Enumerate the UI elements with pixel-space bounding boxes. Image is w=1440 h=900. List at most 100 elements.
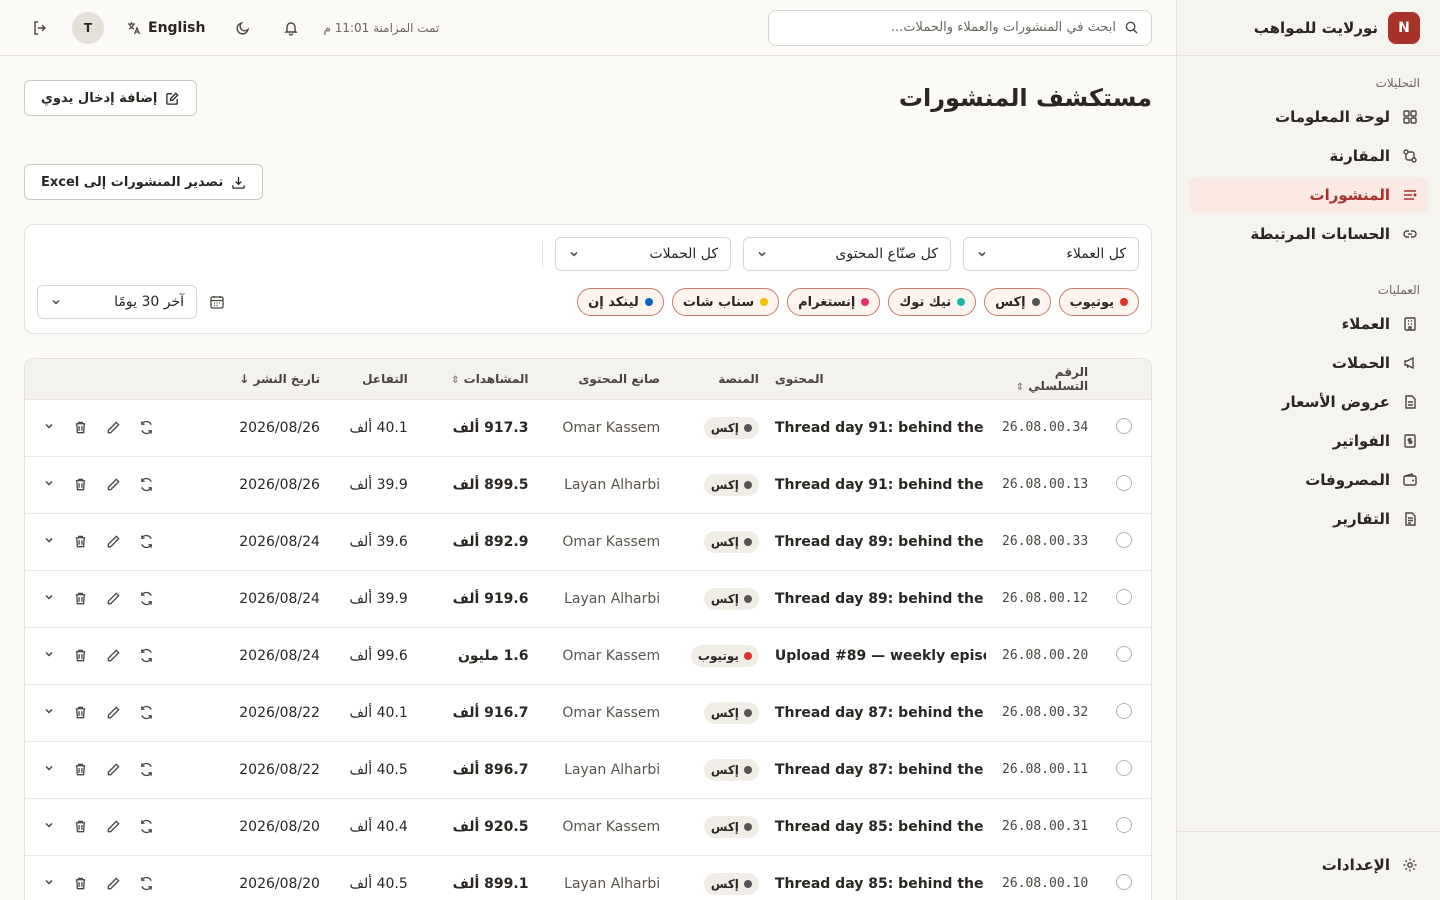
table-row[interactable]: 26.08.00.34 Thread day 91: behind the sc… (25, 398, 1151, 456)
language-button[interactable]: English (120, 20, 211, 36)
sidebar-item-linked-accounts[interactable]: الحسابات المرتبطة (1189, 216, 1428, 252)
expand-row-button[interactable] (43, 477, 55, 492)
delete-button[interactable] (73, 420, 88, 435)
refresh-button[interactable] (139, 648, 154, 663)
delete-button[interactable] (73, 591, 88, 606)
trash-icon (73, 534, 88, 549)
table-row[interactable]: 26.08.00.20 Upload #89 — weekly episode … (25, 626, 1151, 684)
search-input[interactable] (781, 20, 1116, 35)
sidebar-item-campaigns[interactable]: الحملات (1189, 345, 1428, 381)
table-row[interactable]: 26.08.00.31 Thread day 85: behind the sc… (25, 797, 1151, 855)
refresh-button[interactable] (139, 477, 154, 492)
delete-button[interactable] (73, 705, 88, 720)
cell-platform: إكس (668, 683, 767, 741)
notifications-button[interactable] (275, 12, 307, 44)
row-checkbox[interactable] (1115, 816, 1132, 833)
edit-button[interactable] (106, 648, 121, 663)
sidebar-item-compare[interactable]: المقارنة (1189, 138, 1428, 174)
table-row[interactable]: 26.08.00.32 Thread day 87: behind the sc… (25, 683, 1151, 741)
refresh-button[interactable] (139, 591, 154, 606)
row-checkbox[interactable] (1115, 417, 1132, 434)
table-row[interactable]: 26.08.00.10 Thread day 85: behind the sc… (25, 854, 1151, 900)
platform-label: إكس (710, 762, 739, 777)
refresh-button[interactable] (139, 819, 154, 834)
table-row[interactable]: 26.08.00.12 Thread day 89: behind the sc… (25, 569, 1151, 627)
row-actions (33, 762, 199, 777)
date-range-select[interactable]: آخر 30 يومًا (37, 285, 197, 319)
chip-tiktok[interactable]: تيك توك (888, 288, 977, 316)
row-checkbox[interactable] (1115, 702, 1132, 719)
row-actions (33, 477, 199, 492)
chip-youtube[interactable]: يوتيوب (1058, 288, 1139, 316)
logout-button[interactable] (24, 12, 56, 44)
chip-instagram[interactable]: إنستغرام (787, 288, 881, 316)
chip-snapchat[interactable]: سناب شات (671, 288, 780, 316)
sidebar-item-dashboard[interactable]: لوحة المعلومات (1189, 99, 1428, 135)
row-checkbox[interactable] (1115, 873, 1132, 890)
clients-select[interactable]: كل العملاء (963, 237, 1139, 271)
delete-button[interactable] (73, 477, 88, 492)
edit-button[interactable] (106, 591, 121, 606)
chevron-down-icon (43, 420, 55, 435)
delete-button[interactable] (73, 534, 88, 549)
expand-row-button[interactable] (43, 819, 55, 834)
campaigns-select[interactable]: كل الحملات (555, 237, 731, 271)
trash-icon (73, 876, 88, 891)
delete-button[interactable] (73, 819, 88, 834)
edit-button[interactable] (106, 762, 121, 777)
header-engagement: التفاعل (362, 371, 408, 386)
row-checkbox[interactable] (1115, 474, 1132, 491)
theme-toggle-button[interactable] (227, 12, 259, 44)
refresh-button[interactable] (139, 705, 154, 720)
row-checkbox[interactable] (1115, 759, 1132, 776)
edit-button[interactable] (106, 420, 121, 435)
creators-select[interactable]: كل صنّاع المحتوى (743, 237, 951, 271)
export-excel-button[interactable]: تصدير المنشورات إلى Excel (24, 164, 264, 200)
sidebar-item-posts[interactable]: المنشورات (1189, 177, 1428, 213)
avatar[interactable]: T (72, 11, 104, 44)
table-row[interactable]: 26.08.00.33 Thread day 89: behind the sc… (25, 512, 1151, 570)
refresh-button[interactable] (139, 534, 154, 549)
table-row[interactable]: 26.08.00.13 Thread day 91: behind the sc… (25, 455, 1151, 513)
refresh-button[interactable] (139, 420, 154, 435)
sidebar-item-settings[interactable]: الإعدادات (1189, 847, 1428, 883)
sidebar-item-quotes[interactable]: عروض الأسعار (1189, 384, 1428, 420)
header-serial[interactable]: الرقم التسلسلي ⇕ (986, 359, 1096, 399)
chip-linkedin[interactable]: لينكد إن (577, 288, 664, 316)
cell-content: Thread day 85: behind the scenes (766, 854, 987, 900)
expand-row-button[interactable] (43, 876, 55, 891)
snapchat-dot (760, 298, 769, 306)
row-checkbox[interactable] (1115, 588, 1132, 605)
sidebar-item-expenses[interactable]: المصروفات (1189, 462, 1428, 498)
expand-row-button[interactable] (43, 420, 55, 435)
header-published[interactable]: تاريخ النشر ↓ (207, 359, 328, 399)
calendar-icon[interactable] (209, 294, 225, 310)
sidebar-item-reports[interactable]: التقارير (1189, 501, 1428, 537)
expand-row-button[interactable] (43, 762, 55, 777)
edit-button[interactable] (106, 477, 121, 492)
row-checkbox[interactable] (1115, 645, 1132, 662)
manual-entry-button[interactable]: إضافة إدخال يدوي (24, 80, 198, 116)
cell-date: 2026/08/20 (207, 854, 328, 900)
row-checkbox[interactable] (1115, 531, 1132, 548)
delete-button[interactable] (73, 876, 88, 891)
expand-row-button[interactable] (43, 705, 55, 720)
edit-button[interactable] (106, 534, 121, 549)
edit-button[interactable] (106, 819, 121, 834)
delete-button[interactable] (73, 762, 88, 777)
expand-row-button[interactable] (43, 534, 55, 549)
header-platform: المنصة (718, 371, 759, 386)
expand-row-button[interactable] (43, 648, 55, 663)
refresh-button[interactable] (139, 762, 154, 777)
refresh-button[interactable] (139, 876, 154, 891)
sidebar-item-clients[interactable]: العملاء (1189, 306, 1428, 342)
table-row[interactable]: 26.08.00.11 Thread day 87: behind the sc… (25, 740, 1151, 798)
sidebar-item-invoices[interactable]: الفواتير (1189, 423, 1428, 459)
header-views[interactable]: المشاهدات ⇕ (416, 359, 537, 399)
sidebar-item-label: الإعدادات (1321, 856, 1390, 874)
chip-x[interactable]: إكس (984, 288, 1051, 316)
edit-button[interactable] (106, 876, 121, 891)
expand-row-button[interactable] (43, 591, 55, 606)
edit-button[interactable] (106, 705, 121, 720)
delete-button[interactable] (73, 648, 88, 663)
